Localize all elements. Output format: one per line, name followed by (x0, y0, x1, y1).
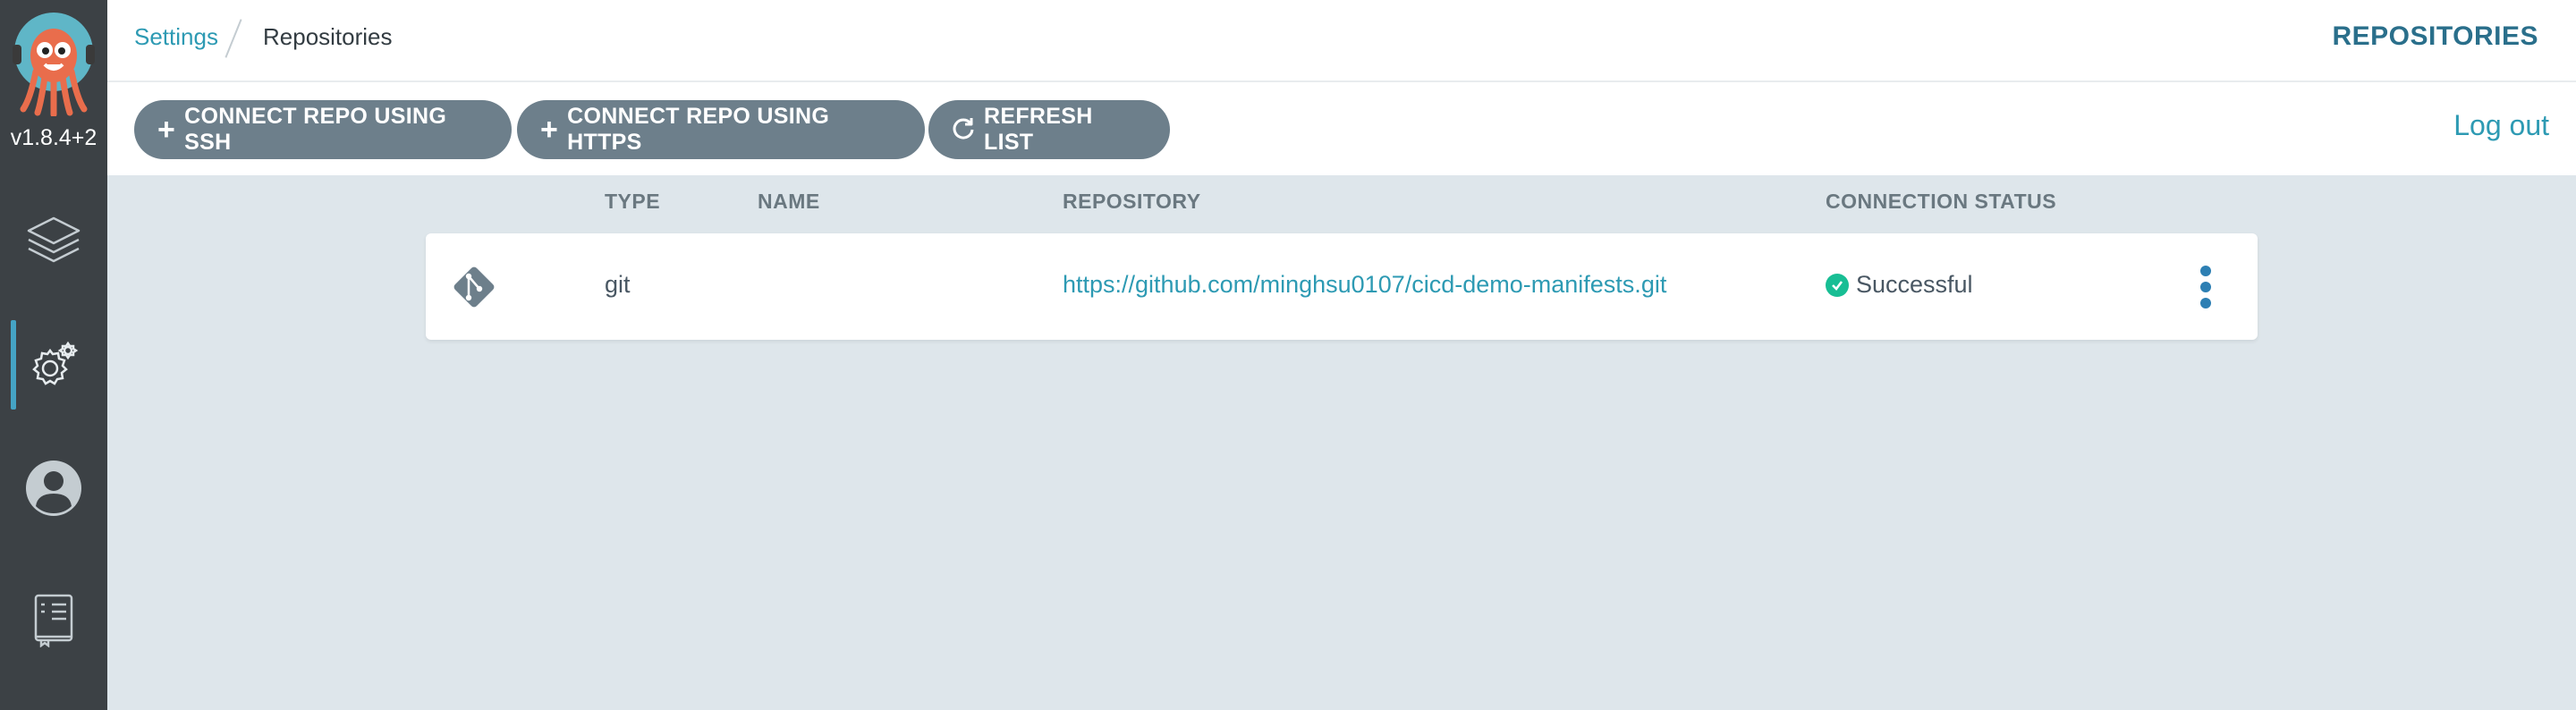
logout-link[interactable]: Log out (2453, 109, 2549, 142)
layers-icon (25, 213, 82, 270)
repo-type: git (605, 271, 631, 298)
connection-status: Successful (1826, 271, 1973, 299)
connect-repo-ssh-button[interactable]: + CONNECT REPO USING SSH (134, 100, 512, 159)
refresh-icon (952, 114, 975, 145)
breadcrumb-current: Repositories (263, 23, 393, 50)
breadcrumb-separator (225, 19, 242, 58)
docs-icon (32, 594, 75, 647)
breadcrumb-settings-link[interactable]: Settings (134, 23, 218, 51)
connect-repo-https-label: CONNECT REPO USING HTTPS (567, 104, 830, 155)
table-row[interactable]: git https://github.com/minghsu0107/cicd-… (426, 233, 2258, 340)
header: Settings Repositories REPOSITORIES (107, 0, 2576, 82)
sidebar-item-user-info[interactable] (0, 444, 107, 533)
page-title: REPOSITORIES (2332, 21, 2538, 51)
row-actions-menu-icon[interactable] (2199, 266, 2213, 309)
check-circle-icon (1826, 273, 1849, 297)
column-header-connection-status: CONNECTION STATUS (1826, 190, 2057, 213)
version-label: v1.8.4+2 (10, 125, 97, 150)
git-icon (451, 264, 497, 315)
connect-repo-ssh-label: CONNECT REPO USING SSH (184, 104, 447, 155)
plus-icon: + (157, 113, 176, 147)
sidebar: v1.8.4+2 (0, 0, 107, 710)
refresh-list-label: REFRESH LIST (984, 104, 1093, 155)
connect-repo-https-button[interactable]: + CONNECT REPO USING HTTPS (517, 100, 925, 159)
sidebar-item-docs[interactable] (0, 576, 107, 665)
repo-url-link[interactable]: https://github.com/minghsu0107/cicd-demo… (1063, 271, 1666, 299)
column-header-repository: REPOSITORY (1063, 190, 1201, 213)
gear-icon (27, 338, 80, 392)
sidebar-item-settings[interactable] (0, 320, 107, 410)
sidebar-item-applications[interactable] (0, 197, 107, 286)
refresh-list-button[interactable]: REFRESH LIST (928, 100, 1170, 159)
toolbar: + CONNECT REPO USING SSH + CONNECT REPO … (107, 82, 2576, 175)
column-header-name: NAME (758, 190, 820, 213)
argo-logo[interactable] (11, 9, 97, 118)
plus-icon: + (540, 113, 559, 147)
user-icon (25, 460, 82, 517)
column-header-type: TYPE (605, 190, 661, 213)
connection-status-label: Successful (1856, 271, 1973, 298)
